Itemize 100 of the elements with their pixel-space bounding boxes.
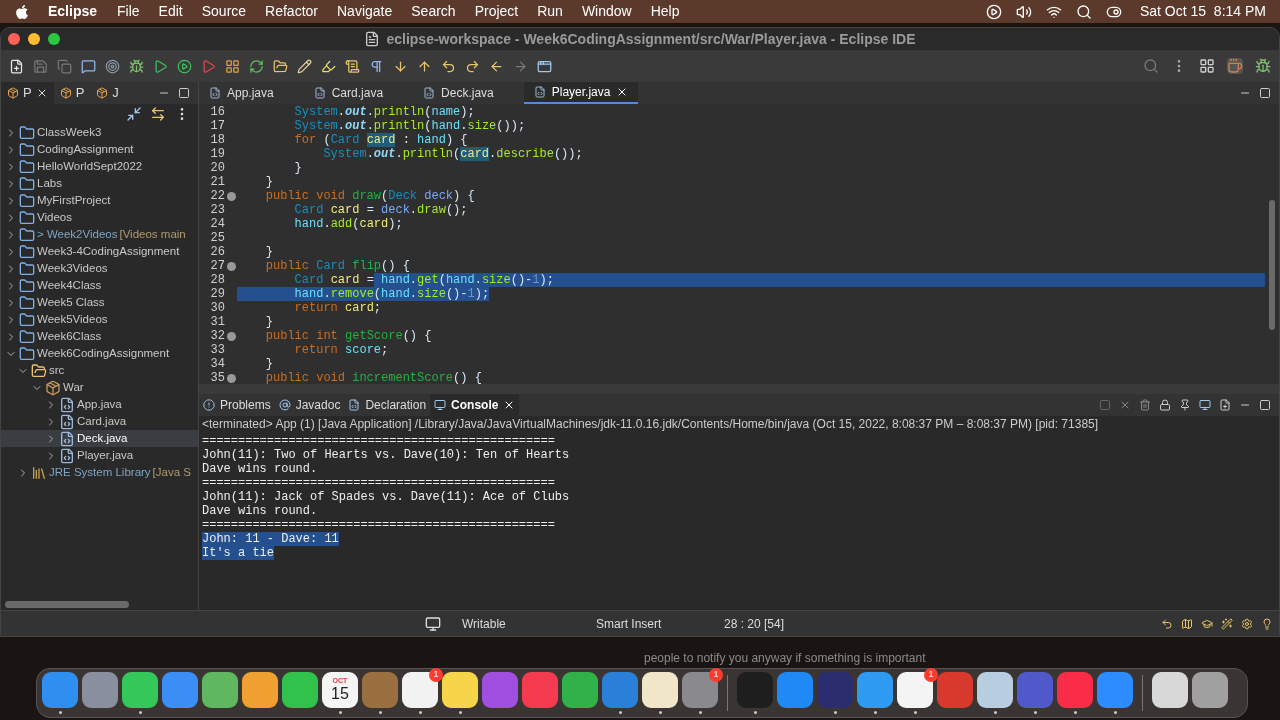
horizontal-scrollbar[interactable] (5, 600, 129, 608)
app-icon[interactable] (897, 672, 933, 708)
tree-item[interactable]: Week3Videos (1, 260, 198, 277)
refresh-icon[interactable] (249, 58, 264, 74)
menu-item[interactable]: Run (537, 1, 563, 22)
undo-icon[interactable] (1161, 617, 1173, 630)
apple-icon[interactable] (14, 3, 30, 20)
status-icon[interactable] (425, 615, 441, 632)
tree-item[interactable]: Week3-4CodingAssignment (1, 243, 198, 260)
tree-item[interactable]: ClassWeek3 (1, 124, 198, 141)
fold-icon[interactable] (226, 373, 236, 383)
tree-item[interactable]: Videos (1, 209, 198, 226)
forward-icon[interactable] (513, 58, 528, 74)
collapse-all-icon[interactable] (126, 106, 142, 122)
tree-item[interactable]: src (1, 362, 198, 379)
lightbulb-icon[interactable] (1261, 617, 1273, 630)
java-perspective-icon[interactable] (1227, 58, 1243, 74)
window-icon[interactable] (537, 58, 552, 74)
bug-icon[interactable] (129, 58, 144, 74)
tree-item[interactable]: Card.java (1, 413, 198, 430)
search-icon[interactable] (1075, 3, 1092, 20)
tree-item[interactable]: War (1, 379, 198, 396)
tree-item[interactable]: Week4Class (1, 277, 198, 294)
menu-item[interactable]: Edit (158, 1, 183, 22)
map-icon[interactable] (1181, 617, 1193, 630)
tree-item[interactable]: HelloWorldSept2022 (1, 158, 198, 175)
run-icon[interactable] (153, 58, 168, 74)
run-config-icon[interactable] (177, 58, 192, 74)
tree-item[interactable]: Week6CodingAssignment (1, 345, 198, 362)
view-tab[interactable]: J (90, 82, 125, 104)
app-icon[interactable] (442, 672, 478, 708)
app-icon[interactable] (202, 672, 238, 708)
remove-all-icon[interactable] (1139, 399, 1151, 411)
tree-item[interactable]: Deck.java (1, 430, 198, 447)
undo-edit-icon[interactable] (441, 58, 456, 74)
scroll-lock-icon[interactable] (1159, 399, 1171, 411)
scroll-icon[interactable] (345, 58, 360, 74)
menu-item[interactable]: Search (411, 1, 456, 22)
app-icon[interactable] (122, 672, 158, 708)
minimize-window-button[interactable] (28, 33, 40, 45)
menu-item[interactable]: Help (650, 1, 680, 22)
app-icon[interactable] (977, 672, 1013, 708)
zoom-window-button[interactable] (48, 33, 60, 45)
pilcrow-icon[interactable] (369, 58, 384, 74)
tree-item[interactable]: JRE System Library [Java S (1, 464, 198, 481)
back-icon[interactable] (489, 58, 504, 74)
tree-item[interactable]: Week6Class (1, 328, 198, 345)
debug-perspective-icon[interactable] (1255, 58, 1271, 74)
settings-icon[interactable] (1241, 617, 1253, 630)
editor-tab[interactable]: App.java (199, 82, 284, 104)
menu-item[interactable]: File (117, 1, 140, 22)
remove-launch-icon[interactable] (1119, 399, 1131, 411)
maximize-icon[interactable] (1259, 399, 1271, 411)
app-icon[interactable] (1152, 672, 1188, 708)
vertical-scrollbar[interactable] (1269, 200, 1275, 330)
new-file-icon[interactable] (9, 58, 24, 74)
previous-annotation-icon[interactable] (417, 58, 432, 74)
graduation-cap-icon[interactable] (1201, 617, 1213, 630)
close-window-button[interactable] (8, 33, 20, 45)
view-tab[interactable]: Console (430, 394, 520, 416)
app-icon[interactable] (282, 672, 318, 708)
editor-tab[interactable]: Card.java (303, 82, 394, 104)
app-icon[interactable] (402, 672, 438, 708)
view-tab[interactable]: P (53, 82, 91, 104)
editor-tab[interactable]: Deck.java (413, 82, 504, 104)
fold-icon[interactable] (226, 191, 236, 201)
view-tab[interactable]: P (1, 82, 54, 104)
next-annotation-icon[interactable] (393, 58, 408, 74)
menu-item[interactable]: Source (201, 1, 247, 22)
tree-item[interactable]: Week5 Class (1, 294, 198, 311)
tree-item[interactable]: Week5Videos (1, 311, 198, 328)
app-icon[interactable] (242, 672, 278, 708)
menu-clock[interactable]: Sat Oct 15 8:14 PM (1139, 1, 1266, 22)
tree-item[interactable]: MyFirstProject (1, 192, 198, 209)
app-menu[interactable]: Eclipse (48, 1, 98, 22)
new-console-icon[interactable] (1219, 399, 1231, 411)
tree-item[interactable]: CodingAssignment (1, 141, 198, 158)
link-editor-icon[interactable] (150, 106, 166, 122)
comment-icon[interactable] (81, 58, 96, 74)
volume-icon[interactable] (1015, 3, 1032, 20)
tree-item[interactable]: App.java (1, 396, 198, 413)
menu-item[interactable]: Navigate (337, 1, 393, 22)
app-icon[interactable] (642, 672, 678, 708)
redo-edit-icon[interactable] (465, 58, 480, 74)
open-perspective-icon[interactable] (1199, 58, 1215, 74)
editor-tab[interactable]: Player.java (523, 82, 639, 104)
pin-icon[interactable] (1179, 399, 1191, 411)
app-icon[interactable] (1192, 672, 1228, 708)
menu-item[interactable]: Project (474, 1, 519, 22)
tree-item[interactable]: > Week2Videos [Videos main (1, 226, 198, 243)
play-icon[interactable] (985, 3, 1002, 20)
tree-item[interactable]: Player.java (1, 447, 198, 464)
fold-icon[interactable] (226, 261, 236, 271)
save-all-icon[interactable] (57, 58, 72, 74)
target-icon[interactable] (105, 58, 120, 74)
maximize-icon[interactable] (1259, 87, 1271, 99)
save-icon[interactable] (33, 58, 48, 74)
view-tab[interactable]: Javadoc (274, 394, 345, 416)
open-folder-icon[interactable] (273, 58, 288, 74)
maximize-icon[interactable] (178, 87, 190, 99)
